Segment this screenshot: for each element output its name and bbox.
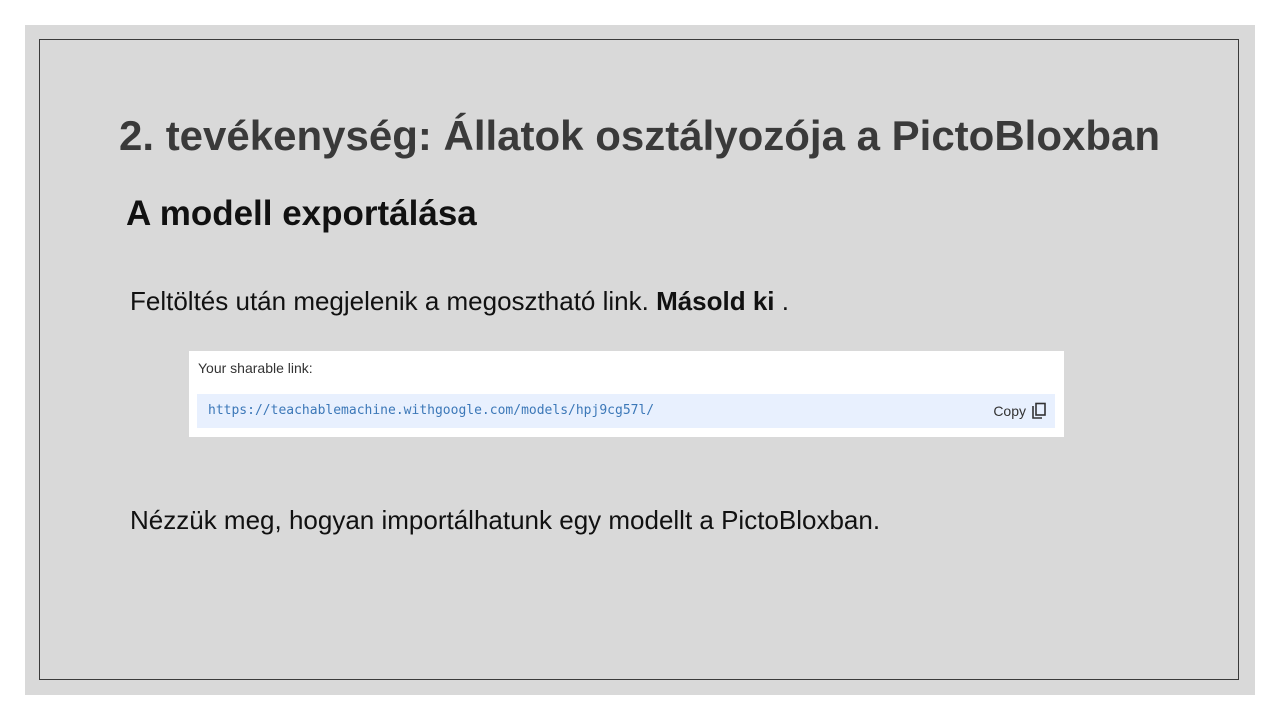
instruction-bold: Másold ki bbox=[656, 286, 775, 316]
share-link-label: Your sharable link: bbox=[198, 360, 313, 376]
copy-icon bbox=[1031, 402, 1047, 420]
next-step-paragraph: Nézzük meg, hogyan importálhatunk egy mo… bbox=[130, 505, 881, 535]
share-link-box: https://teachablemachine.withgoogle.com/… bbox=[197, 394, 1055, 428]
copy-button[interactable]: Copy bbox=[993, 399, 1047, 423]
slide-title: 2. tevékenység: Állatok osztályozója a P… bbox=[119, 112, 1160, 159]
slide-subtitle: A modell exportálása bbox=[126, 194, 477, 233]
instruction-paragraph: Feltöltés után megjelenik a megosztható … bbox=[130, 286, 789, 317]
share-link-panel: Your sharable link: https://teachablemac… bbox=[189, 351, 1064, 437]
copy-button-label: Copy bbox=[993, 403, 1026, 419]
share-link-url[interactable]: https://teachablemachine.withgoogle.com/… bbox=[208, 403, 654, 418]
instruction-suffix: . bbox=[774, 286, 789, 316]
instruction-text: Feltöltés után megjelenik a megosztható … bbox=[130, 286, 657, 316]
